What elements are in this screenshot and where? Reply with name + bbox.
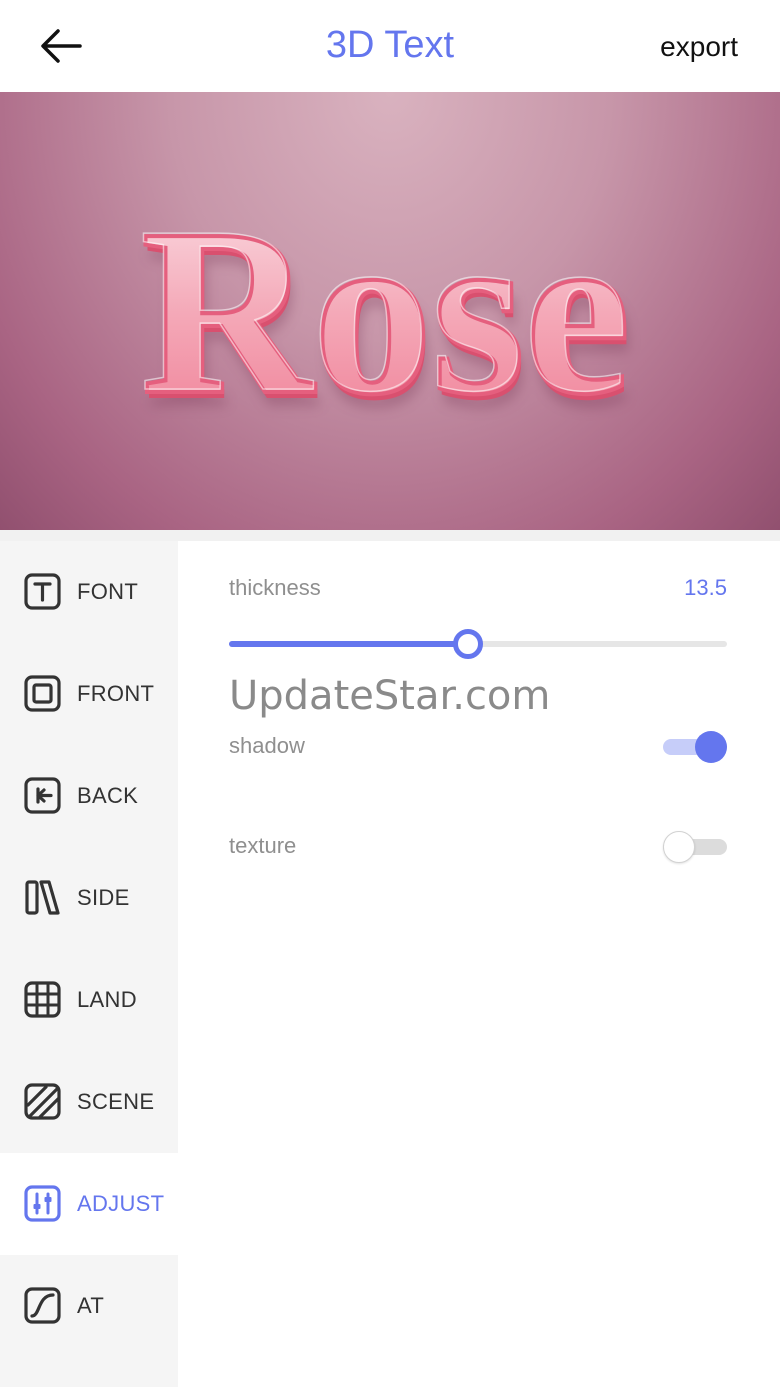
curve-box-icon: [24, 1287, 61, 1324]
sidebar-item-label: SIDE: [77, 885, 130, 910]
sliders-icon: [24, 1185, 61, 1222]
sidebar-item-label: FONT: [77, 579, 139, 604]
shadow-toggle[interactable]: [663, 730, 727, 764]
sidebar-item-font[interactable]: FONT: [0, 541, 178, 643]
sidebar: FONT FRONT BACK SIDE LAND SCENE ADJUST A…: [0, 541, 178, 1387]
top-bar: 3D Text export: [0, 0, 780, 92]
toggle-knob: [663, 831, 695, 863]
sidebar-item-at[interactable]: AT: [0, 1255, 178, 1357]
slider-thumb[interactable]: [453, 629, 484, 659]
rose-3d-text-render: Rose Rose Rose Rose: [139, 177, 635, 458]
thickness-value: 13.5: [684, 575, 727, 600]
sidebar-item-label: BACK: [77, 783, 139, 808]
shadow-label: shadow: [229, 733, 305, 758]
square-frame-icon: [24, 675, 61, 712]
export-button[interactable]: export: [660, 28, 738, 66]
sidebar-item-side[interactable]: SIDE: [0, 847, 178, 949]
toggle-knob: [695, 731, 727, 763]
sidebar-item-label: ADJUST: [77, 1191, 165, 1216]
sidebar-item-land[interactable]: LAND: [0, 949, 178, 1051]
side-panels-icon: [25, 880, 60, 915]
thickness-slider[interactable]: [229, 629, 727, 659]
sidebar-item-label: SCENE: [77, 1089, 155, 1114]
sidebar-item-label: LAND: [77, 987, 137, 1012]
sidebar-item-scene[interactable]: SCENE: [0, 1051, 178, 1153]
thickness-label: thickness: [229, 575, 321, 600]
back-arrow-box-icon: [24, 777, 61, 814]
grid-icon: [24, 981, 61, 1018]
sidebar-item-label: AT: [77, 1293, 105, 1318]
sidebar-item-front[interactable]: FRONT: [0, 643, 178, 745]
sidebar-item-label: FRONT: [77, 681, 155, 706]
sidebar-item-adjust[interactable]: ADJUST: [0, 1153, 178, 1255]
text-box-icon: [24, 573, 61, 610]
slider-fill: [229, 641, 469, 647]
texture-label: texture: [229, 833, 297, 858]
adjust-panel: thickness 13.5 UpdateStar.com shadow tex…: [178, 541, 780, 1387]
divider: [0, 530, 780, 541]
hatched-square-icon: [24, 1083, 61, 1120]
preview-text-highlight: Rose: [139, 178, 628, 441]
watermark-text: UpdateStar.com: [229, 673, 551, 719]
text-preview: Rose Rose Rose Rose: [0, 92, 780, 530]
texture-toggle[interactable]: [663, 830, 727, 864]
sidebar-item-back[interactable]: BACK: [0, 745, 178, 847]
